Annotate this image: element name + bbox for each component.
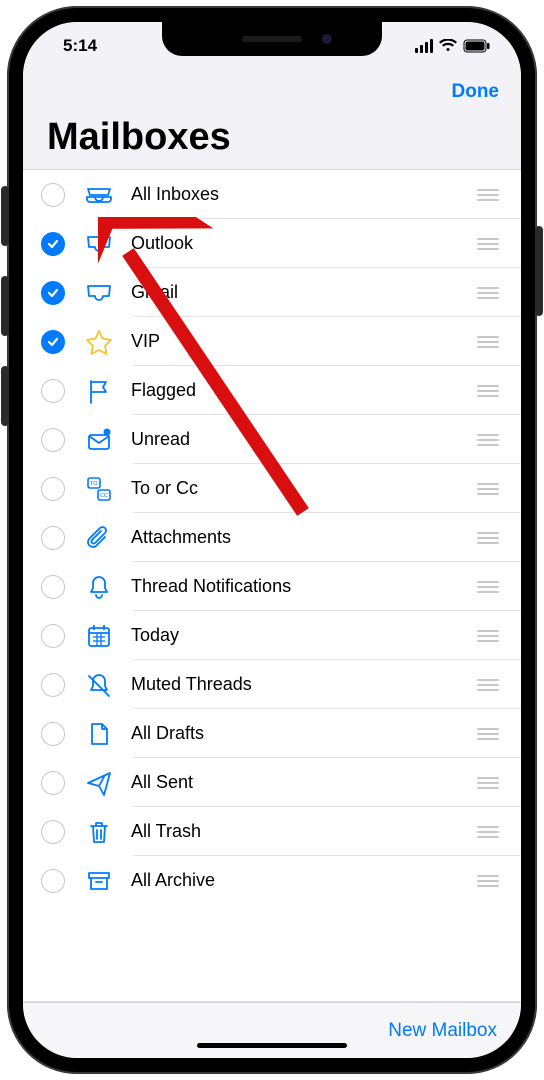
mailbox-label: Today (131, 625, 477, 646)
mailbox-label: Gmail (131, 282, 477, 303)
mailbox-label: Muted Threads (131, 674, 477, 695)
paperclip-icon (81, 523, 117, 553)
drag-handle-icon[interactable] (477, 630, 499, 642)
mailbox-label: All Trash (131, 821, 477, 842)
mailbox-label: Unread (131, 429, 477, 450)
mailbox-row[interactable]: Outlook (23, 219, 521, 268)
mailbox-row[interactable]: Unread (23, 415, 521, 464)
selection-checkbox[interactable] (41, 428, 65, 452)
selection-checkbox[interactable] (41, 477, 65, 501)
tocc-icon: TOCC (81, 474, 117, 504)
inbox-stack-icon (81, 180, 117, 210)
drag-handle-icon[interactable] (477, 336, 499, 348)
home-indicator[interactable] (197, 1043, 347, 1048)
wifi-icon (439, 39, 457, 53)
mailbox-row[interactable]: Thread Notifications (23, 562, 521, 611)
bell-slash-icon (81, 670, 117, 700)
done-button[interactable]: Done (452, 81, 500, 103)
trash-icon (81, 817, 117, 847)
doc-icon (81, 719, 117, 749)
mailbox-row[interactable]: All Sent (23, 758, 521, 807)
drag-handle-icon[interactable] (477, 385, 499, 397)
drag-handle-icon[interactable] (477, 532, 499, 544)
selection-checkbox[interactable] (41, 820, 65, 844)
drag-handle-icon[interactable] (477, 581, 499, 593)
selection-checkbox[interactable] (41, 281, 65, 305)
drag-handle-icon[interactable] (477, 483, 499, 495)
mailbox-label: Thread Notifications (131, 576, 477, 597)
mailbox-label: Attachments (131, 527, 477, 548)
drag-handle-icon[interactable] (477, 875, 499, 887)
star-icon (81, 327, 117, 357)
battery-icon (463, 39, 491, 53)
selection-checkbox[interactable] (41, 526, 65, 550)
mailbox-row[interactable]: All Drafts (23, 709, 521, 758)
drag-handle-icon[interactable] (477, 679, 499, 691)
drag-handle-icon[interactable] (477, 189, 499, 201)
mailbox-row[interactable]: All Inboxes (23, 170, 521, 219)
drag-handle-icon[interactable] (477, 434, 499, 446)
drag-handle-icon[interactable] (477, 238, 499, 250)
mailbox-row[interactable]: Muted Threads (23, 660, 521, 709)
mailbox-row[interactable]: Gmail (23, 268, 521, 317)
flag-icon (81, 376, 117, 406)
mailbox-label: Outlook (131, 233, 477, 254)
toolbar: New Mailbox (23, 1002, 521, 1058)
inbox-icon (81, 278, 117, 308)
calendar-icon (81, 621, 117, 651)
bell-icon (81, 572, 117, 602)
mailbox-label: All Sent (131, 772, 477, 793)
mailbox-label: All Inboxes (131, 184, 477, 205)
archive-icon (81, 866, 117, 896)
mailbox-row[interactable]: TOCC To or Cc (23, 464, 521, 513)
unread-icon (81, 425, 117, 455)
svg-text:CC: CC (100, 493, 108, 499)
paperplane-icon (81, 768, 117, 798)
svg-text:TO: TO (90, 481, 98, 487)
mailbox-label: To or Cc (131, 478, 477, 499)
mailbox-label: All Drafts (131, 723, 477, 744)
drag-handle-icon[interactable] (477, 728, 499, 740)
mailbox-label: Flagged (131, 380, 477, 401)
selection-checkbox[interactable] (41, 722, 65, 746)
selection-checkbox[interactable] (41, 330, 65, 354)
mailbox-row[interactable]: Flagged (23, 366, 521, 415)
new-mailbox-button[interactable]: New Mailbox (388, 1020, 497, 1042)
mailbox-label: VIP (131, 331, 477, 352)
nav-bar: Done (23, 70, 521, 114)
mailbox-list: All Inboxes Outlook Gmail VIP Flagged Unread T… (23, 169, 521, 1002)
inbox-icon (81, 229, 117, 259)
drag-handle-icon[interactable] (477, 777, 499, 789)
mailbox-row[interactable]: All Trash (23, 807, 521, 856)
selection-checkbox[interactable] (41, 624, 65, 648)
mailbox-row[interactable]: Attachments (23, 513, 521, 562)
page-title: Mailboxes (23, 114, 521, 169)
mailbox-label: All Archive (131, 870, 477, 891)
selection-checkbox[interactable] (41, 869, 65, 893)
selection-checkbox[interactable] (41, 771, 65, 795)
selection-checkbox[interactable] (41, 183, 65, 207)
drag-handle-icon[interactable] (477, 287, 499, 299)
drag-handle-icon[interactable] (477, 826, 499, 838)
selection-checkbox[interactable] (41, 232, 65, 256)
mailbox-row[interactable]: All Archive (23, 856, 521, 905)
cellular-signal-icon (415, 39, 433, 53)
selection-checkbox[interactable] (41, 673, 65, 697)
mailbox-row[interactable]: VIP (23, 317, 521, 366)
selection-checkbox[interactable] (41, 379, 65, 403)
selection-checkbox[interactable] (41, 575, 65, 599)
status-time: 5:14 (63, 36, 97, 56)
mailbox-row[interactable]: Today (23, 611, 521, 660)
